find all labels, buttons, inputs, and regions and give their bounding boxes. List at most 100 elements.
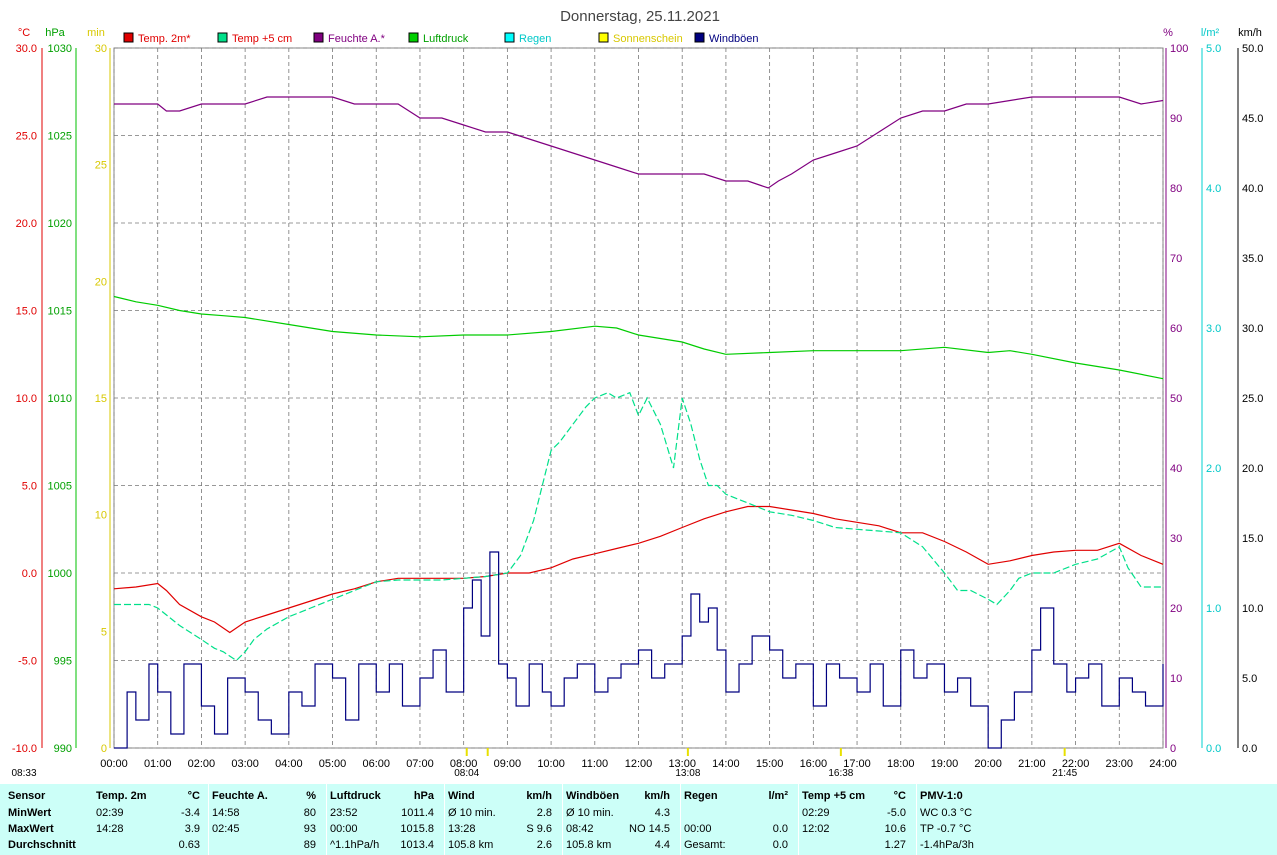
table-header: % xyxy=(306,790,316,802)
wind-tick-label: 30.0 xyxy=(1242,323,1263,335)
table-cell: 1013.4 xyxy=(400,839,434,851)
table-cell: Gesamt: xyxy=(684,839,726,851)
rain-tick-label: 1.0 xyxy=(1206,603,1221,615)
legend-swatch xyxy=(408,32,419,43)
table-header: °C xyxy=(187,790,200,802)
table-cell: 10.6 xyxy=(884,823,906,835)
table-cell: 3.9 xyxy=(184,823,200,835)
legend-swatch xyxy=(123,32,134,43)
table-cell: 0.0 xyxy=(772,823,788,835)
table-cell: TP -0.7 °C xyxy=(920,823,972,835)
table-cell: 02:29 xyxy=(802,807,830,819)
x-tick-label: 19:00 xyxy=(931,758,959,770)
temp-tick-label: 5.0 xyxy=(22,481,37,493)
wind-tick-label: 50.0 xyxy=(1242,43,1263,55)
sun-marker-label: 08:33 xyxy=(11,768,36,779)
x-tick-label: 02:00 xyxy=(188,758,216,770)
table-cell: 12:02 xyxy=(802,823,830,835)
table-header: Sensor xyxy=(8,790,46,802)
sun-tick-label: 10 xyxy=(95,510,107,522)
grid xyxy=(41,47,1239,749)
x-tick-label: 16:00 xyxy=(800,758,828,770)
table-cell: 00:00 xyxy=(684,823,712,835)
table-cell: 80 xyxy=(303,807,316,819)
table-cell: 1015.8 xyxy=(400,823,434,835)
table-cell: 23:52 xyxy=(330,807,358,819)
table-header: hPa xyxy=(413,790,434,802)
table-header: Feuchte A. xyxy=(212,790,268,802)
table-cell: 105.8 km xyxy=(566,839,612,851)
sun-axis-unit: min xyxy=(87,27,105,39)
table-header: l/m² xyxy=(768,790,788,802)
legend-swatch xyxy=(217,32,228,43)
temp-tick-label: 25.0 xyxy=(16,131,37,143)
table-header: Temp +5 cm xyxy=(802,790,866,802)
temp-tick-label: -10.0 xyxy=(12,743,37,755)
wind-tick-label: 25.0 xyxy=(1242,393,1263,405)
table-cell: 14:58 xyxy=(212,807,240,819)
press-tick-label: 1000 xyxy=(48,568,72,580)
table-header: km/h xyxy=(526,790,552,802)
temp-tick-label: -5.0 xyxy=(18,656,37,668)
press-tick-label: 1015 xyxy=(48,306,72,318)
temp-axis-unit: °C xyxy=(18,27,30,39)
x-tick-label: 20:00 xyxy=(974,758,1002,770)
table-cell: 02:45 xyxy=(212,823,240,835)
press-tick-label: 1030 xyxy=(48,43,72,55)
table-row-label: MinWert xyxy=(8,807,52,819)
wind-tick-label: 5.0 xyxy=(1242,673,1257,685)
table-cell: 93 xyxy=(303,823,316,835)
table-cell: 2.6 xyxy=(536,839,552,851)
table-cell: S 9.6 xyxy=(526,823,552,835)
sun-tick-label: 30 xyxy=(95,43,107,55)
wind-tick-label: 35.0 xyxy=(1242,253,1263,265)
sun-tick-label: 0 xyxy=(101,743,107,755)
x-tick-label: 21:00 xyxy=(1018,758,1046,770)
table-separator xyxy=(680,784,681,855)
wind-tick-label: 20.0 xyxy=(1242,463,1263,475)
press-tick-label: 995 xyxy=(54,656,72,668)
table-cell: -5.0 xyxy=(887,807,906,819)
table-header: PMV-1:0 xyxy=(920,790,963,802)
table-header: km/h xyxy=(644,790,670,802)
legend: Temp. 2m* Temp +5 cm Feuchte A.* Luftdruck R… xyxy=(123,32,759,45)
temp-tick-label: 10.0 xyxy=(16,393,37,405)
hum-tick-label: 80 xyxy=(1170,183,1182,195)
press-tick-label: 1010 xyxy=(48,393,72,405)
hum-tick-label: 40 xyxy=(1170,463,1182,475)
table-separator xyxy=(798,784,799,855)
table-cell: 4.3 xyxy=(654,807,670,819)
x-tick-label: 11:00 xyxy=(581,758,608,770)
table-cell: -1.4hPa/3h xyxy=(920,839,974,851)
wind-tick-label: 45.0 xyxy=(1242,113,1263,125)
weather-chart: Donnerstag, 25.11.2021 Temp. 2m* Temp +5 … xyxy=(11,8,1263,779)
table-separator xyxy=(916,784,917,855)
sun-marker-label: 08:04 xyxy=(454,768,479,779)
press-tick-label: 1005 xyxy=(48,481,72,493)
hum-axis-unit: % xyxy=(1163,27,1173,39)
hum-tick-label: 100 xyxy=(1170,43,1188,55)
wind-tick-label: 10.0 xyxy=(1242,603,1263,615)
rain-tick-label: 2.0 xyxy=(1206,463,1221,475)
table-cell: 13:28 xyxy=(448,823,476,835)
sun-marker-label: 13:08 xyxy=(675,768,700,779)
sun-tick-label: 5 xyxy=(101,626,107,638)
x-tick-label: 23:00 xyxy=(1106,758,1134,770)
sun-tick-label: 15 xyxy=(95,393,107,405)
table-cell: 0.63 xyxy=(178,839,200,851)
table-cell: WC 0.3 °C xyxy=(920,807,973,819)
x-tick-label: 05:00 xyxy=(319,758,347,770)
table-separator xyxy=(326,784,327,855)
legend-label: Luftdruck xyxy=(423,33,469,45)
table-header: Temp. 2m xyxy=(96,790,147,802)
rain-tick-label: 4.0 xyxy=(1206,183,1221,195)
table-cell: 105.8 km xyxy=(448,839,494,851)
sun-tick-label: 20 xyxy=(95,276,107,288)
legend-label: Feuchte A.* xyxy=(328,33,386,45)
table-header: Windböen xyxy=(566,790,620,802)
table-separator xyxy=(562,784,563,855)
legend-label: Windböen xyxy=(709,33,759,45)
rain-tick-label: 5.0 xyxy=(1206,43,1221,55)
press-tick-label: 1025 xyxy=(48,131,72,143)
table-cell: Ø 10 min. xyxy=(448,807,496,819)
